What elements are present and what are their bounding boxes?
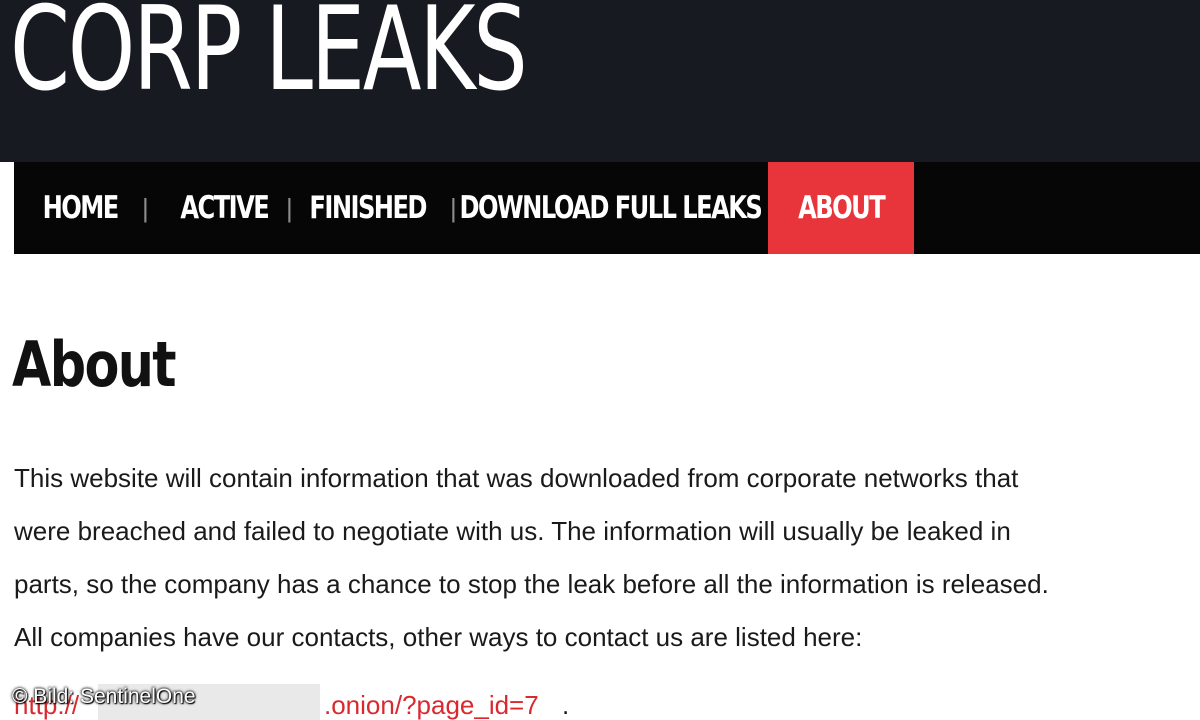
nav-item-label: HOME (42, 190, 119, 226)
link-trailing-period: . (562, 690, 570, 720)
paragraph-line: parts, so the company has a chance to st… (14, 569, 1049, 599)
paragraph-line: were breached and failed to negotiate wi… (14, 516, 1011, 546)
main-nav: HOME | ACTIVE | FINISHED | DOWNLOAD FULL… (14, 162, 1200, 254)
site-title[interactable]: CORP LEAKS (10, 0, 528, 108)
nav-separator: | (450, 192, 457, 223)
paragraph-line: This website will contain information th… (14, 463, 1019, 493)
contact-link-suffix[interactable]: .onion/?page_id=7 (324, 685, 539, 720)
nav-item-label: DOWNLOAD FULL LEAKS (459, 190, 762, 226)
nav-item-finished[interactable]: FINISHED (306, 162, 430, 254)
nav-item-home[interactable]: HOME (32, 162, 128, 254)
nav-separator: | (142, 192, 149, 223)
nav-item-label: ACTIVE (180, 190, 269, 226)
nav-item-label: FINISHED (309, 190, 428, 226)
image-credit: © Bild: SentinelOne (12, 685, 196, 708)
site-header: CORP LEAKS (0, 0, 1200, 162)
about-paragraph: This website will contain information th… (14, 452, 1200, 664)
nav-item-active[interactable]: ACTIVE (164, 162, 284, 254)
nav-item-about[interactable]: ABOUT (768, 162, 914, 254)
page-title: About (12, 328, 177, 401)
nav-item-label: ABOUT (797, 190, 886, 226)
nav-separator: | (286, 192, 293, 223)
paragraph-line: All companies have our contacts, other w… (14, 622, 863, 652)
nav-item-download-full-leaks[interactable]: DOWNLOAD FULL LEAKS (459, 162, 762, 254)
